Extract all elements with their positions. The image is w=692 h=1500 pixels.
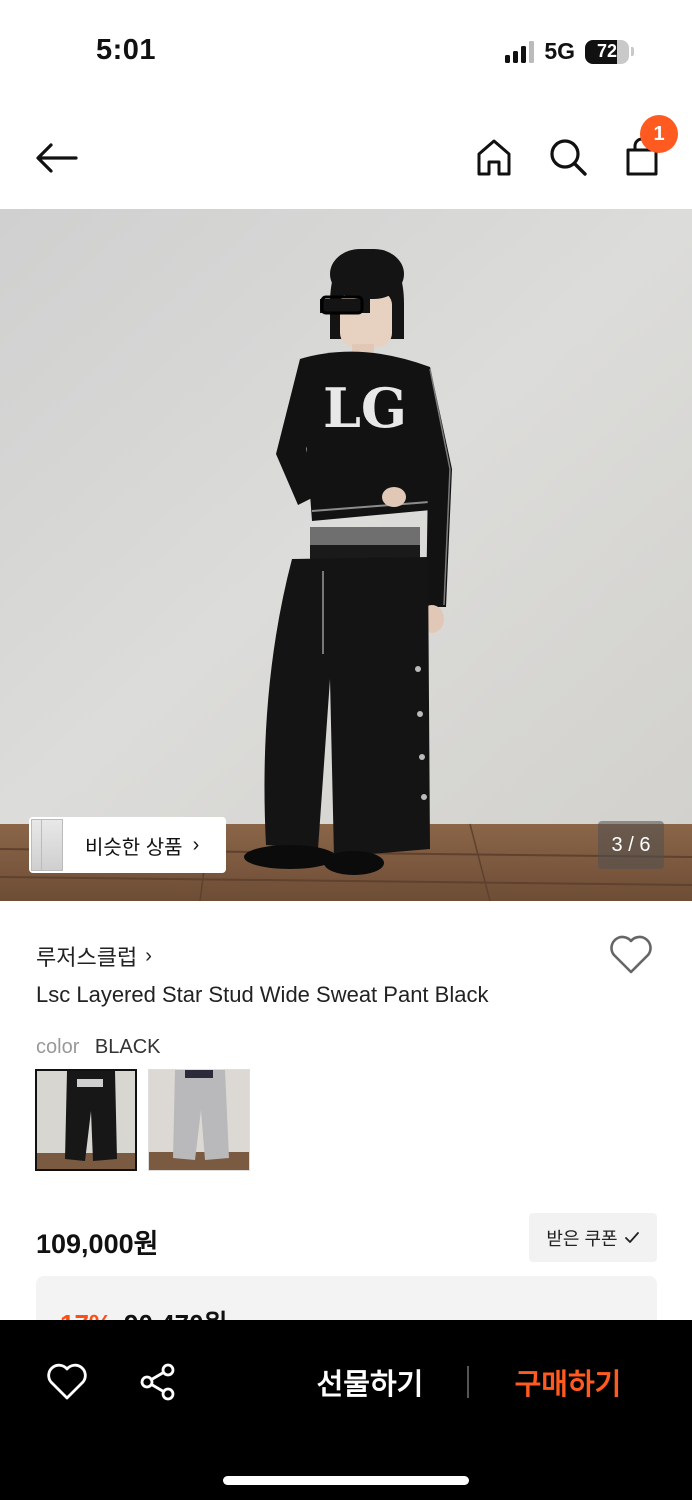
- home-button[interactable]: [470, 132, 518, 182]
- color-label: color: [36, 1036, 80, 1058]
- wishlist-button[interactable]: [608, 934, 656, 980]
- home-icon: [477, 139, 511, 176]
- signal-icon: [505, 40, 535, 63]
- check-icon: [624, 1231, 639, 1243]
- image-counter: 3 / 6: [598, 821, 664, 869]
- home-indicator: [223, 1476, 469, 1485]
- received-coupon-button[interactable]: 받은 쿠폰: [529, 1213, 657, 1262]
- action-divider: [467, 1366, 469, 1398]
- coupon-label: 받은 쿠폰: [546, 1228, 618, 1249]
- swatch-black-image: [37, 1071, 135, 1169]
- like-button[interactable]: [46, 1362, 88, 1402]
- network-type: 5G: [544, 38, 575, 64]
- svg-text:LG: LG: [323, 376, 407, 440]
- color-swatch-gray[interactable]: [148, 1069, 250, 1171]
- color-value: BLACK: [94, 1036, 161, 1058]
- bottom-action-bar: 선물하기 구매하기: [0, 1320, 692, 1500]
- color-swatch-black[interactable]: [35, 1069, 137, 1171]
- brand-name: 루저스클럽: [36, 945, 138, 970]
- search-button[interactable]: [544, 132, 592, 182]
- gift-button[interactable]: 선물하기: [290, 1360, 450, 1404]
- share-icon: [140, 1363, 175, 1401]
- chevron-right-icon: ›: [145, 944, 152, 967]
- heart-outline-icon: [610, 935, 652, 974]
- battery-tip: [631, 47, 634, 56]
- brand-link[interactable]: 루저스클럽 ›: [36, 940, 152, 972]
- status-time: 5:01: [96, 34, 157, 66]
- chevron-right-icon: ›: [192, 833, 200, 856]
- similar-products-thumbnail: [29, 817, 65, 873]
- color-option-row: color BLACK: [36, 1036, 161, 1059]
- similar-products-label: 비슷한 상품: [85, 836, 183, 859]
- buy-button[interactable]: 구매하기: [488, 1360, 648, 1404]
- original-price: 109,000원: [36, 1229, 159, 1259]
- product-title: Lsc Layered Star Stud Wide Sweat Pant Bl…: [36, 982, 489, 1007]
- back-arrow-icon: [36, 143, 78, 173]
- status-bar: 5:01 5G 72: [0, 0, 692, 100]
- swatch-gray-image: [149, 1070, 249, 1170]
- status-indicators: 5G 72: [505, 38, 634, 65]
- product-image[interactable]: LG 비슷한 상품 › 3 / 6: [0, 209, 692, 901]
- model-photo: LG: [0, 209, 692, 901]
- share-button[interactable]: [138, 1362, 178, 1402]
- battery-icon: 72: [585, 39, 629, 64]
- app-header: 1: [0, 110, 692, 206]
- similar-products-button[interactable]: 비슷한 상품 ›: [29, 817, 226, 873]
- battery-level: 72: [596, 41, 618, 61]
- search-icon: [550, 139, 587, 176]
- back-button[interactable]: [30, 134, 82, 182]
- cart-count-badge: 1: [640, 115, 678, 153]
- heart-outline-icon: [47, 1363, 87, 1400]
